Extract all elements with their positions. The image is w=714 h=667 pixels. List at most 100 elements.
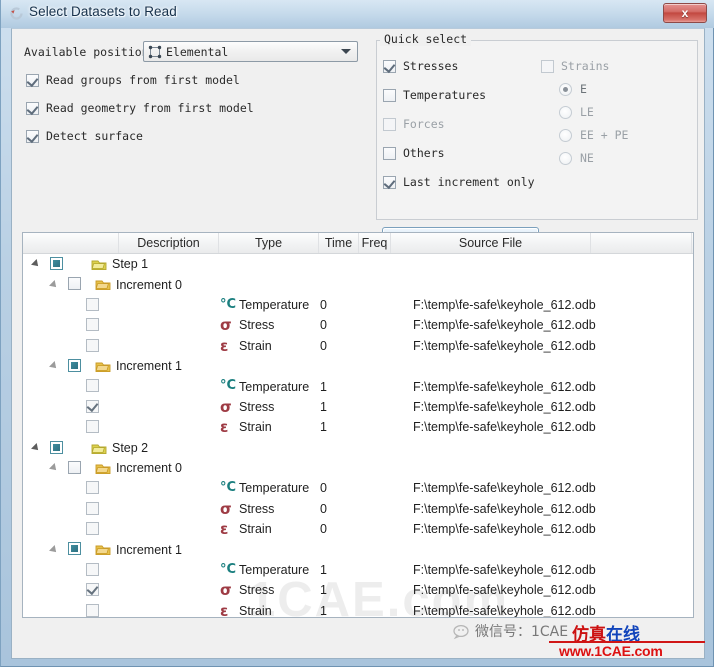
dataset-checkbox[interactable] xyxy=(86,399,99,413)
tree-row-dataset[interactable]: °C Temperature 0 F:\temp\fe-safe\keyhole_61… xyxy=(23,478,693,498)
tree-row-checkbox[interactable] xyxy=(50,440,63,454)
radio-strain-e-label: E xyxy=(580,82,587,96)
radio-strain-le[interactable]: LE xyxy=(559,105,628,119)
tree-row-dataset[interactable]: ε Strain 0 F:\temp\fe-safe\keyhole_612.odb xyxy=(23,336,693,356)
column-header-description[interactable]: Description xyxy=(119,233,219,253)
dataset-source-file: F:\temp\fe-safe\keyhole_612.odb xyxy=(413,522,596,537)
radio-strain-ne[interactable]: NE xyxy=(559,151,628,165)
radio-strain-ne-dot[interactable] xyxy=(559,151,572,165)
column-header-type[interactable]: Type xyxy=(219,233,319,253)
tree-row-dataset[interactable]: σ Stress 0 F:\temp\fe-safe\keyhole_612.odb xyxy=(23,499,693,519)
dataset-checkbox[interactable] xyxy=(86,338,99,352)
checkbox-stresses[interactable]: Stresses xyxy=(383,59,535,73)
checkbox-read-geometry[interactable]: Read geometry from first model xyxy=(26,101,254,115)
column-header-label: Source File xyxy=(458,236,523,250)
expand-collapse-triangle-icon[interactable] xyxy=(49,544,59,555)
checkbox-temperatures[interactable]: Temperatures xyxy=(383,88,535,102)
dataset-checkbox[interactable] xyxy=(86,522,99,536)
checkbox-last-increment-only-box[interactable] xyxy=(383,175,396,189)
tree-row-dataset[interactable]: ε Strain 1 F:\temp\fe-safe\keyhole_612.odb xyxy=(23,417,693,437)
dataset-checkbox[interactable] xyxy=(86,583,99,597)
dataset-checkbox[interactable] xyxy=(86,379,99,393)
degree-celsius-icon: °C xyxy=(220,561,237,577)
tree-row-increment[interactable]: Increment 1 xyxy=(23,539,693,559)
degree-celsius-icon: °C xyxy=(220,378,237,394)
tree-row-increment[interactable]: Increment 0 xyxy=(23,274,693,294)
column-header-blank-0[interactable] xyxy=(23,233,119,253)
tree-row-dataset[interactable]: °C Temperature 1 F:\temp\fe-safe\keyhole_61… xyxy=(23,560,693,580)
dataset-checkbox[interactable] xyxy=(86,603,99,617)
tree-row-increment[interactable]: Increment 1 xyxy=(23,356,693,376)
radio-strain-e-dot[interactable] xyxy=(559,82,572,96)
expand-collapse-triangle-icon[interactable] xyxy=(49,279,59,290)
checkbox-detect-surface-box[interactable] xyxy=(26,129,39,143)
dataset-source-file: F:\temp\fe-safe\keyhole_612.odb xyxy=(413,297,596,312)
checkbox-forces-box[interactable] xyxy=(383,117,396,131)
radio-strain-ee-pe-dot[interactable] xyxy=(559,128,572,142)
column-header-freq[interactable]: Freq xyxy=(359,233,391,253)
radio-strain-ee-pe-label: EE + PE xyxy=(580,128,629,142)
close-button[interactable]: x xyxy=(663,3,707,23)
dataset-checkbox[interactable] xyxy=(86,501,99,515)
checkbox-read-groups[interactable]: Read groups from first model xyxy=(26,73,254,87)
tree-row-dataset[interactable]: ε Strain 1 F:\temp\fe-safe\keyhole_612.odb xyxy=(23,601,693,617)
checkbox-read-groups-label: Read groups from first model xyxy=(46,73,240,87)
expand-collapse-triangle-icon[interactable] xyxy=(49,361,59,372)
dataset-checkbox[interactable] xyxy=(86,297,99,311)
checkbox-detect-surface[interactable]: Detect surface xyxy=(26,129,254,143)
checkbox-stresses-box[interactable] xyxy=(383,59,396,73)
dataset-source-file: F:\temp\fe-safe\keyhole_612.odb xyxy=(413,481,596,496)
checkbox-read-geometry-box[interactable] xyxy=(26,101,39,115)
checkbox-forces[interactable]: Forces xyxy=(383,117,535,131)
dataset-checkbox[interactable] xyxy=(86,562,99,576)
tree-row-dataset[interactable]: σ Stress 1 F:\temp\fe-safe\keyhole_612.odb xyxy=(23,580,693,600)
expand-collapse-triangle-icon[interactable] xyxy=(31,442,41,453)
radio-strain-le-dot[interactable] xyxy=(559,105,572,119)
close-icon: x xyxy=(681,6,689,20)
radio-strain-ee-pe[interactable]: EE + PE xyxy=(559,128,628,142)
dataset-tree-panel[interactable]: Description Type Time Freq Source File 1CAE.… xyxy=(22,232,694,618)
tree-row-dataset[interactable]: σ Stress 0 F:\temp\fe-safe\keyhole_612.odb xyxy=(23,315,693,335)
tree-row-checkbox[interactable] xyxy=(68,358,81,372)
column-header-time[interactable]: Time xyxy=(319,233,359,253)
checkbox-last-increment-only[interactable]: Last increment only xyxy=(383,175,535,189)
dataset-source-file: F:\temp\fe-safe\keyhole_612.odb xyxy=(413,338,596,353)
read-options-group: Read groups from first model Read geomet… xyxy=(26,73,254,157)
tree-row-checkbox[interactable] xyxy=(68,277,81,291)
checkbox-read-groups-box[interactable] xyxy=(26,73,39,87)
dataset-source-file: F:\temp\fe-safe\keyhole_612.odb xyxy=(413,563,596,578)
checkbox-last-increment-only-label: Last increment only xyxy=(403,175,535,189)
dataset-checkbox[interactable] xyxy=(86,318,99,332)
dataset-checkbox[interactable] xyxy=(86,420,99,434)
checkbox-strains-box[interactable] xyxy=(541,59,554,73)
tree-row-step[interactable]: Step 1 xyxy=(23,254,693,274)
tree-row-dataset[interactable]: ε Strain 0 F:\temp\fe-safe\keyhole_612.odb xyxy=(23,519,693,539)
dataset-checkbox[interactable] xyxy=(86,481,99,495)
tree-row-step[interactable]: Step 2 xyxy=(23,438,693,458)
tree-row-checkbox[interactable] xyxy=(50,257,63,270)
increment-label: Increment 0 xyxy=(116,277,183,292)
tree-row-dataset[interactable]: °C Temperature 1 F:\temp\fe-safe\keyhole_61… xyxy=(23,376,693,396)
quick-select-left-column: Stresses Temperatures Forces Others Last… xyxy=(383,59,535,204)
tree-row-checkbox[interactable] xyxy=(68,542,81,556)
checkbox-strains[interactable]: Strains xyxy=(541,59,628,73)
radio-strain-e[interactable]: E xyxy=(559,82,628,96)
column-header-blank-6[interactable] xyxy=(591,233,692,253)
checkbox-others-box[interactable] xyxy=(383,146,396,160)
tree-row-increment[interactable]: Increment 0 xyxy=(23,458,693,478)
checkbox-others[interactable]: Others xyxy=(383,146,535,160)
tree-row-dataset[interactable]: σ Stress 1 F:\temp\fe-safe\keyhole_612.odb xyxy=(23,397,693,417)
dataset-tree-body[interactable]: 1CAE.com Step 1 Increment 0 °C Temperature 0… xyxy=(23,254,693,617)
expand-collapse-triangle-icon[interactable] xyxy=(49,463,59,474)
tree-row-dataset[interactable]: °C Temperature 0 F:\temp\fe-safe\keyhole_61… xyxy=(23,295,693,315)
tree-row-checkbox[interactable] xyxy=(68,460,81,474)
expand-collapse-triangle-icon[interactable] xyxy=(31,259,41,270)
checkbox-detect-surface-label: Detect surface xyxy=(46,129,143,143)
available-positions-combobox[interactable]: Elemental xyxy=(143,41,358,62)
column-header-source-file[interactable]: Source File xyxy=(391,233,591,253)
degree-celsius-icon: °C xyxy=(220,296,237,312)
checkbox-temperatures-box[interactable] xyxy=(383,88,396,102)
step-folder-icon xyxy=(91,257,107,271)
titlebar[interactable]: Select Datasets to Read x xyxy=(1,0,714,27)
dataset-source-file: F:\temp\fe-safe\keyhole_612.odb xyxy=(413,399,596,414)
